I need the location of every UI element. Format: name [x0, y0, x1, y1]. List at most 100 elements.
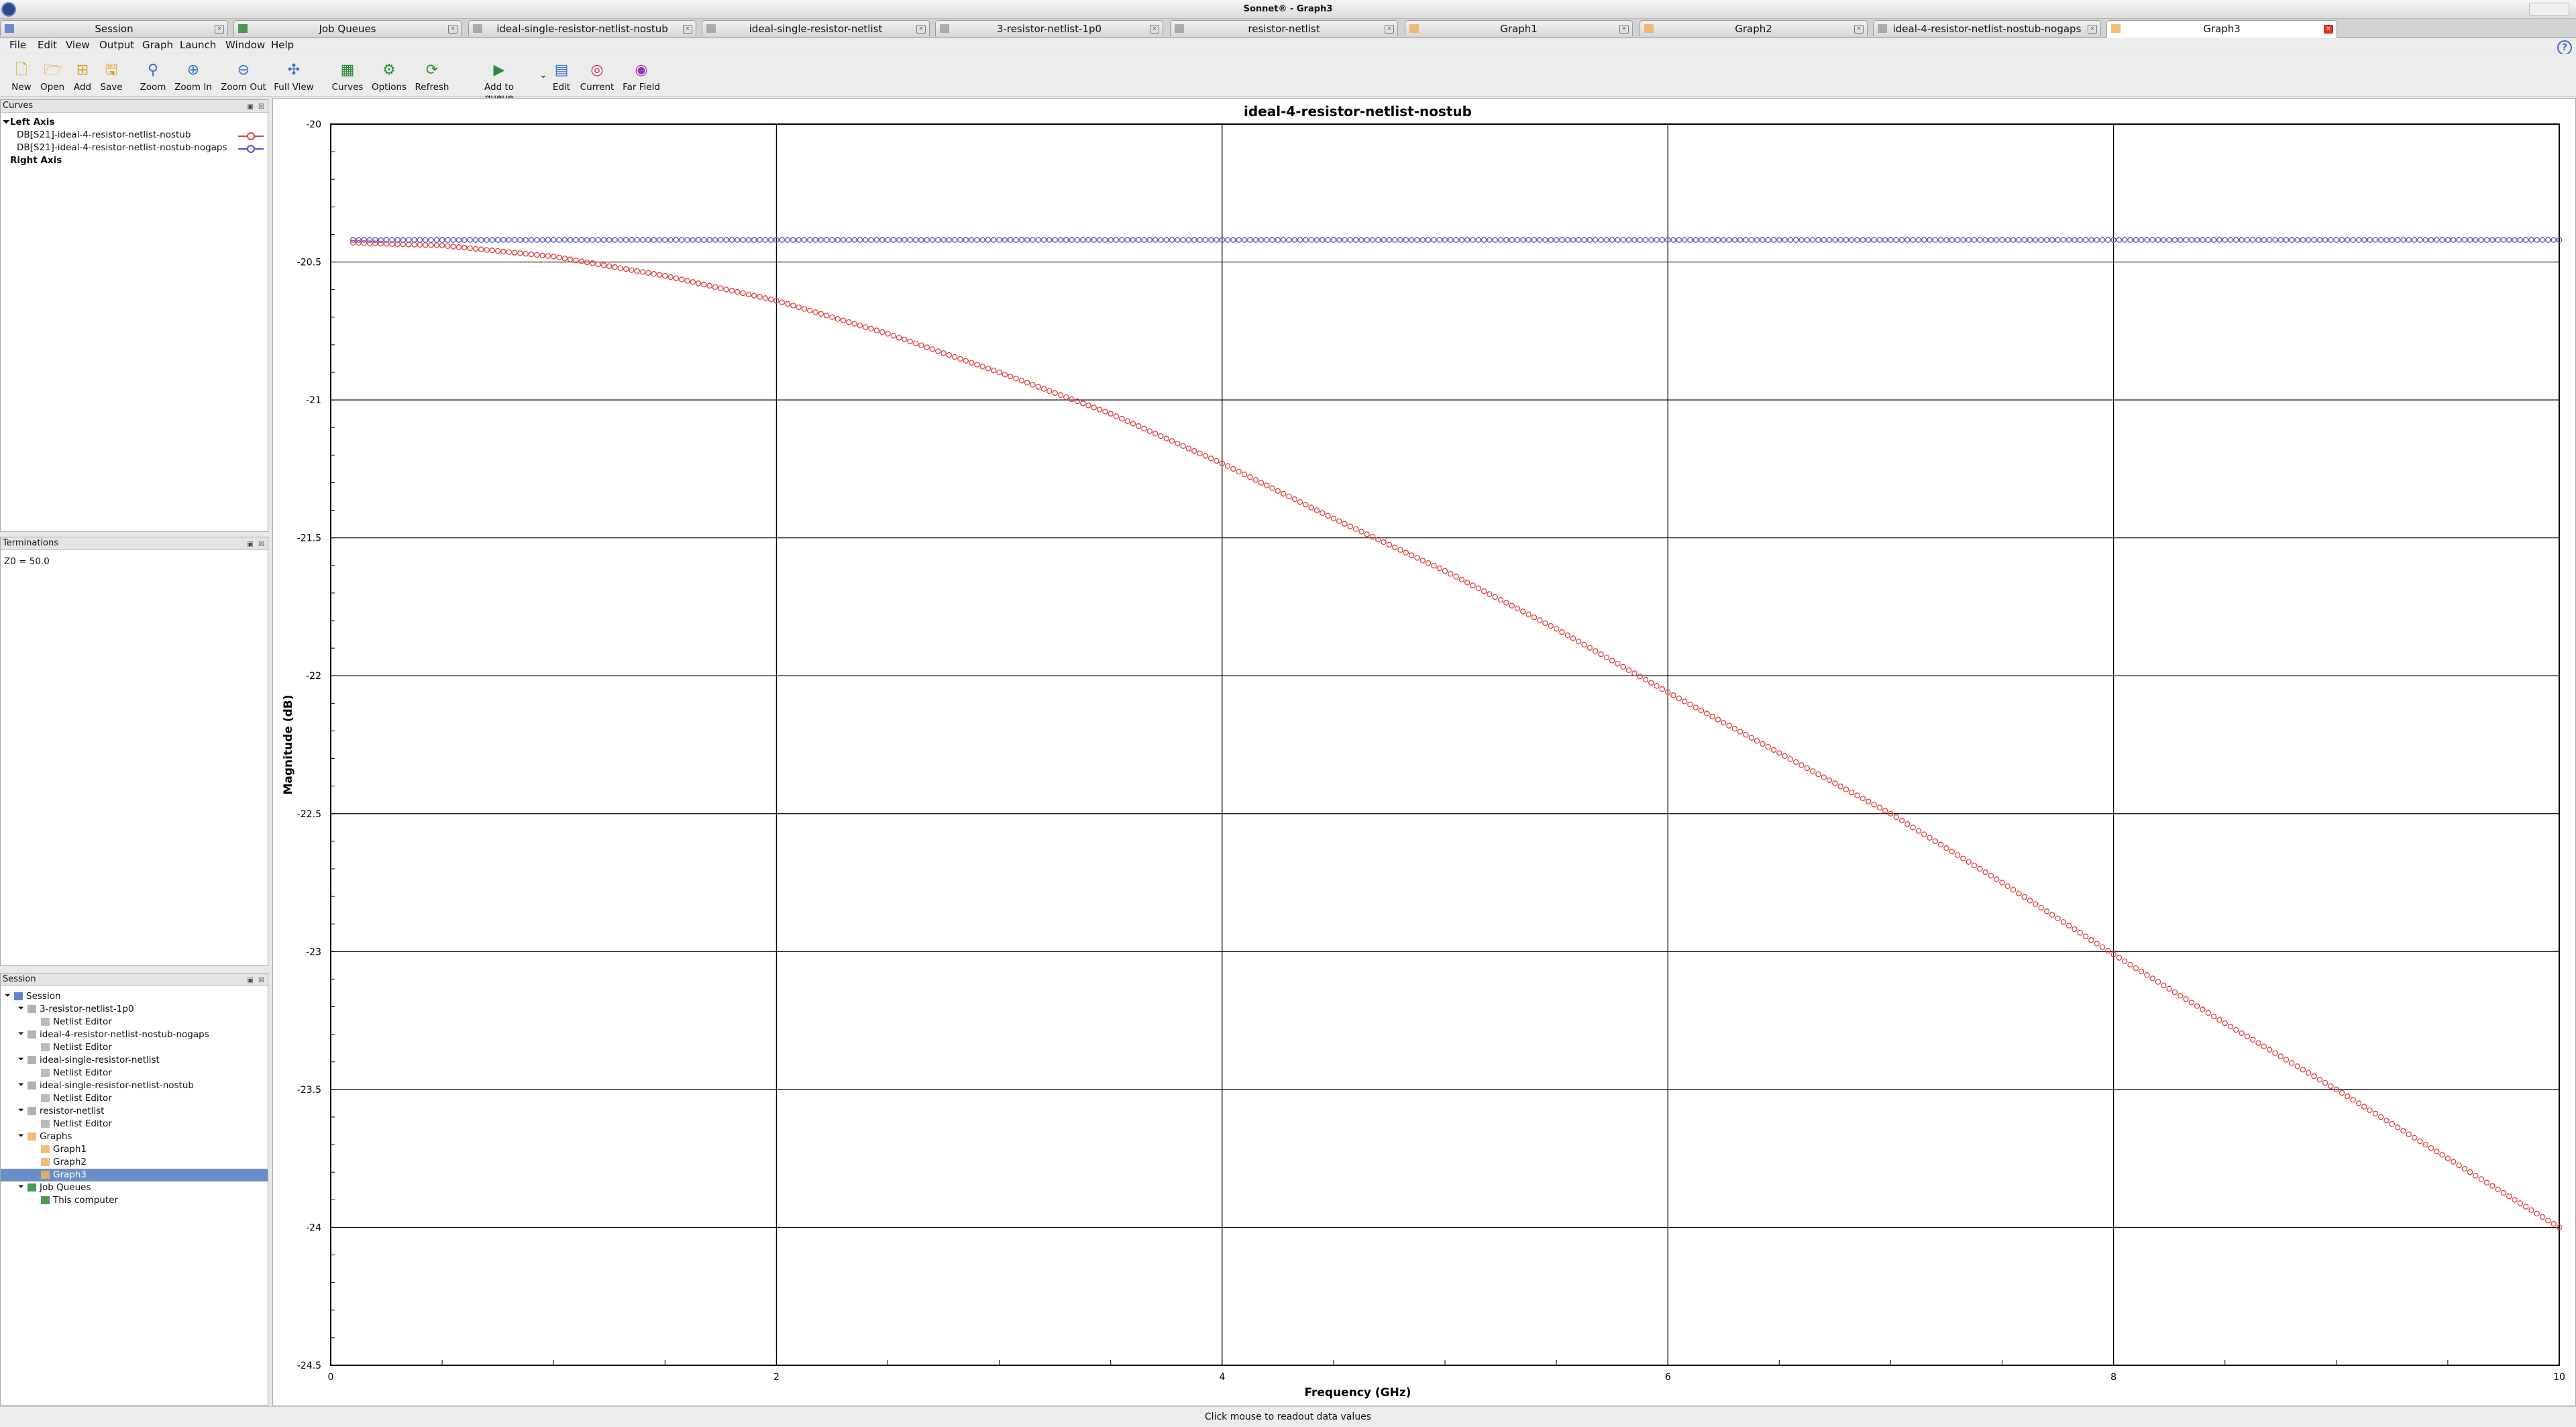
panel-float-close-icons[interactable]: ▣ ☒ [247, 539, 266, 551]
tab-ideal-single-resistor-netlist[interactable]: ideal-single-resistor-netlist × [702, 20, 930, 36]
tab-resistor-netlist[interactable]: resistor-netlist × [1170, 20, 1398, 36]
tab-label: 3-resistor-netlist-1p0 [996, 23, 1102, 35]
menu-view[interactable]: View [66, 39, 90, 51]
tab-3-resistor-netlist-1p0[interactable]: 3-resistor-netlist-1p0 × [935, 20, 1163, 36]
expand-toggle-icon[interactable]: ⏷ [18, 1131, 24, 1141]
zoom-in-button[interactable]: ⊕ Zoom In [166, 54, 220, 97]
tab-session[interactable]: Session × [0, 20, 228, 36]
tab-close-icon[interactable]: × [916, 25, 926, 34]
sonnet-app-icon[interactable] [1, 2, 16, 17]
session-tree-label: Session [26, 991, 61, 1002]
panel-float-close-icons[interactable]: ▣ ☒ [247, 101, 266, 113]
tab-close-icon[interactable]: × [1619, 25, 1629, 34]
netlist-editor-icon [41, 1094, 50, 1102]
x-axis-label: Frequency (GHz) [1304, 1386, 1411, 1399]
session-panel-title: Session [3, 974, 36, 984]
menu-file[interactable]: File [9, 39, 26, 51]
tab-label: Job Queues [319, 23, 376, 35]
tab-close-icon[interactable]: × [2088, 25, 2097, 34]
session-tree-item[interactable]: Graph2 [1, 1156, 268, 1169]
zoom-out-button[interactable]: ⊖ Zoom Out [217, 54, 270, 97]
session-tree-item[interactable]: Netlist Editor [1, 1092, 268, 1105]
help-icon[interactable]: ? [2557, 40, 2572, 55]
y-tick-label: -24 [306, 1222, 321, 1233]
tab-graph3[interactable]: Graph3 × [2106, 20, 2337, 38]
tab-graph2[interactable]: Graph2 × [1640, 20, 1868, 36]
session-tree-item[interactable]: ⏷ 3-resistor-netlist-1p0 [1, 1003, 268, 1016]
menu-launch[interactable]: Launch [180, 39, 216, 51]
full-view-button[interactable]: ✣ Full View [267, 54, 321, 97]
job-queue-icon [238, 24, 248, 33]
expand-toggle-icon[interactable]: ⏷ [18, 1106, 24, 1115]
tab-close-icon[interactable]: × [215, 25, 224, 34]
session-tree-item[interactable]: Netlist Editor [1, 1041, 268, 1054]
menu-output[interactable]: Output [99, 39, 134, 51]
chart[interactable]: 0 2 4 6 8 10 -20 -20.5 -21 -21.5 -22 -22.5 -23 -23.5 -… [273, 99, 2575, 1406]
curve-item[interactable]: DB[S21]-ideal-4-resistor-netlist-nostub-… [17, 142, 227, 153]
menu-edit[interactable]: Edit [38, 39, 57, 51]
session-tree-item[interactable]: ⏷ resistor-netlist [1, 1105, 268, 1118]
menu-graph[interactable]: Graph [142, 39, 173, 51]
expand-toggle-icon[interactable]: ⏷ [18, 1080, 24, 1090]
session-tree-item[interactable]: ⏷ ideal-single-resistor-netlist [1, 1054, 268, 1067]
session-tree-item[interactable]: Netlist Editor [1, 1067, 268, 1079]
tab-label: Graph2 [1735, 23, 1772, 35]
menu-help[interactable]: Help [271, 39, 294, 51]
tab-job-queues[interactable]: Job Queues × [233, 20, 462, 36]
tab-close-icon[interactable]: × [1150, 25, 1159, 34]
y-tick-label: -24.5 [297, 1361, 321, 1371]
expand-toggle-icon[interactable]: ⏷ [3, 117, 10, 127]
session-tree-item[interactable]: Netlist Editor [1, 1016, 268, 1028]
session-tree-label: Netlist Editor [53, 1093, 112, 1104]
status-text: Click mouse to readout data values [1204, 1412, 1372, 1422]
session-tree-item[interactable]: ⏷ ideal-single-resistor-netlist-nostub [1, 1079, 268, 1092]
tab-ideal-4-resistor-netlist-nostub-nogaps[interactable]: ideal-4-resistor-netlist-nostub-nogaps × [1873, 20, 2101, 36]
curves-panel-title: Curves [3, 101, 34, 111]
menu-bar: File Edit View Output Graph Launch Window Help [0, 38, 2576, 52]
session-tree-label: ideal-4-resistor-netlist-nostub-nogaps [40, 1029, 209, 1040]
expand-toggle-icon[interactable]: ⏷ [18, 1004, 24, 1013]
tab-close-icon[interactable]: × [2324, 25, 2333, 34]
tab-graph1[interactable]: Graph1 × [1405, 20, 1633, 36]
session-tree-item[interactable]: ⏷ Session [1, 990, 268, 1003]
window-controls[interactable] [2529, 3, 2569, 16]
session-tree-item[interactable]: ⏷ Graphs [1, 1130, 268, 1143]
tab-close-icon[interactable]: × [448, 25, 458, 34]
curve-item[interactable]: DB[S21]-ideal-4-resistor-netlist-nostub [17, 129, 191, 140]
session-tree-label: Graph2 [53, 1157, 87, 1167]
session-tree-item[interactable]: This computer [1, 1194, 268, 1207]
far-field-button[interactable]: ◉ Far Field [614, 54, 668, 97]
session-icon [14, 992, 23, 1000]
session-tree-item[interactable]: ⏷ Job Queues [1, 1181, 268, 1194]
graph-icon [41, 1145, 50, 1153]
curves-panel-header: Curves ▣ ☒ [1, 100, 268, 113]
panel-float-close-icons[interactable]: ▣ ☒ [247, 975, 266, 987]
refresh-button[interactable]: ⟳ Refresh [405, 54, 459, 97]
left-axis-node[interactable]: ⏷Left Axis [3, 117, 54, 127]
tab-close-icon[interactable]: × [1854, 25, 1864, 34]
expand-toggle-icon[interactable]: ⏷ [18, 1029, 24, 1039]
session-tree-item[interactable]: Graph3 [1, 1169, 268, 1181]
expand-toggle-icon[interactable]: ⏷ [18, 1055, 24, 1064]
expand-toggle-icon[interactable]: ⏷ [18, 1182, 24, 1192]
session-tree-item[interactable]: Graph1 [1, 1143, 268, 1156]
terminations-panel-header: Terminations ▣ ☒ [1, 537, 268, 550]
tab-label: resistor-netlist [1248, 23, 1320, 35]
tab-close-icon[interactable]: × [683, 25, 692, 34]
session-tree-label: Graph1 [53, 1144, 87, 1155]
session-tree-item[interactable]: Netlist Editor [1, 1118, 268, 1130]
menu-window[interactable]: Window [225, 39, 265, 51]
left-axis-label: Left Axis [9, 117, 55, 127]
right-axis-node[interactable]: Right Axis [10, 155, 62, 166]
curve-item-label: DB[S21]-ideal-4-resistor-netlist-nostub [17, 129, 191, 140]
toolbar-button-label: Current [580, 82, 614, 93]
session-tree-item[interactable]: ⏷ ideal-4-resistor-netlist-nostub-nogaps [1, 1028, 268, 1041]
session-icon [5, 24, 14, 33]
add-to-queue-button[interactable]: ▶Add to queue [472, 54, 526, 103]
tab-ideal-single-resistor-netlist-nostub[interactable]: ideal-single-resistor-netlist-nostub × [468, 20, 696, 36]
save-icon: 🖫 [105, 62, 118, 78]
tab-close-icon[interactable]: × [1385, 25, 1394, 34]
expand-toggle-icon[interactable]: ⏷ [5, 991, 11, 1000]
graph-area[interactable]: 0 2 4 6 8 10 -20 -20.5 -21 -21.5 -22 -22.5 -23 -23.5 -… [272, 98, 2576, 1406]
curves-icon: ▦ [340, 62, 355, 78]
